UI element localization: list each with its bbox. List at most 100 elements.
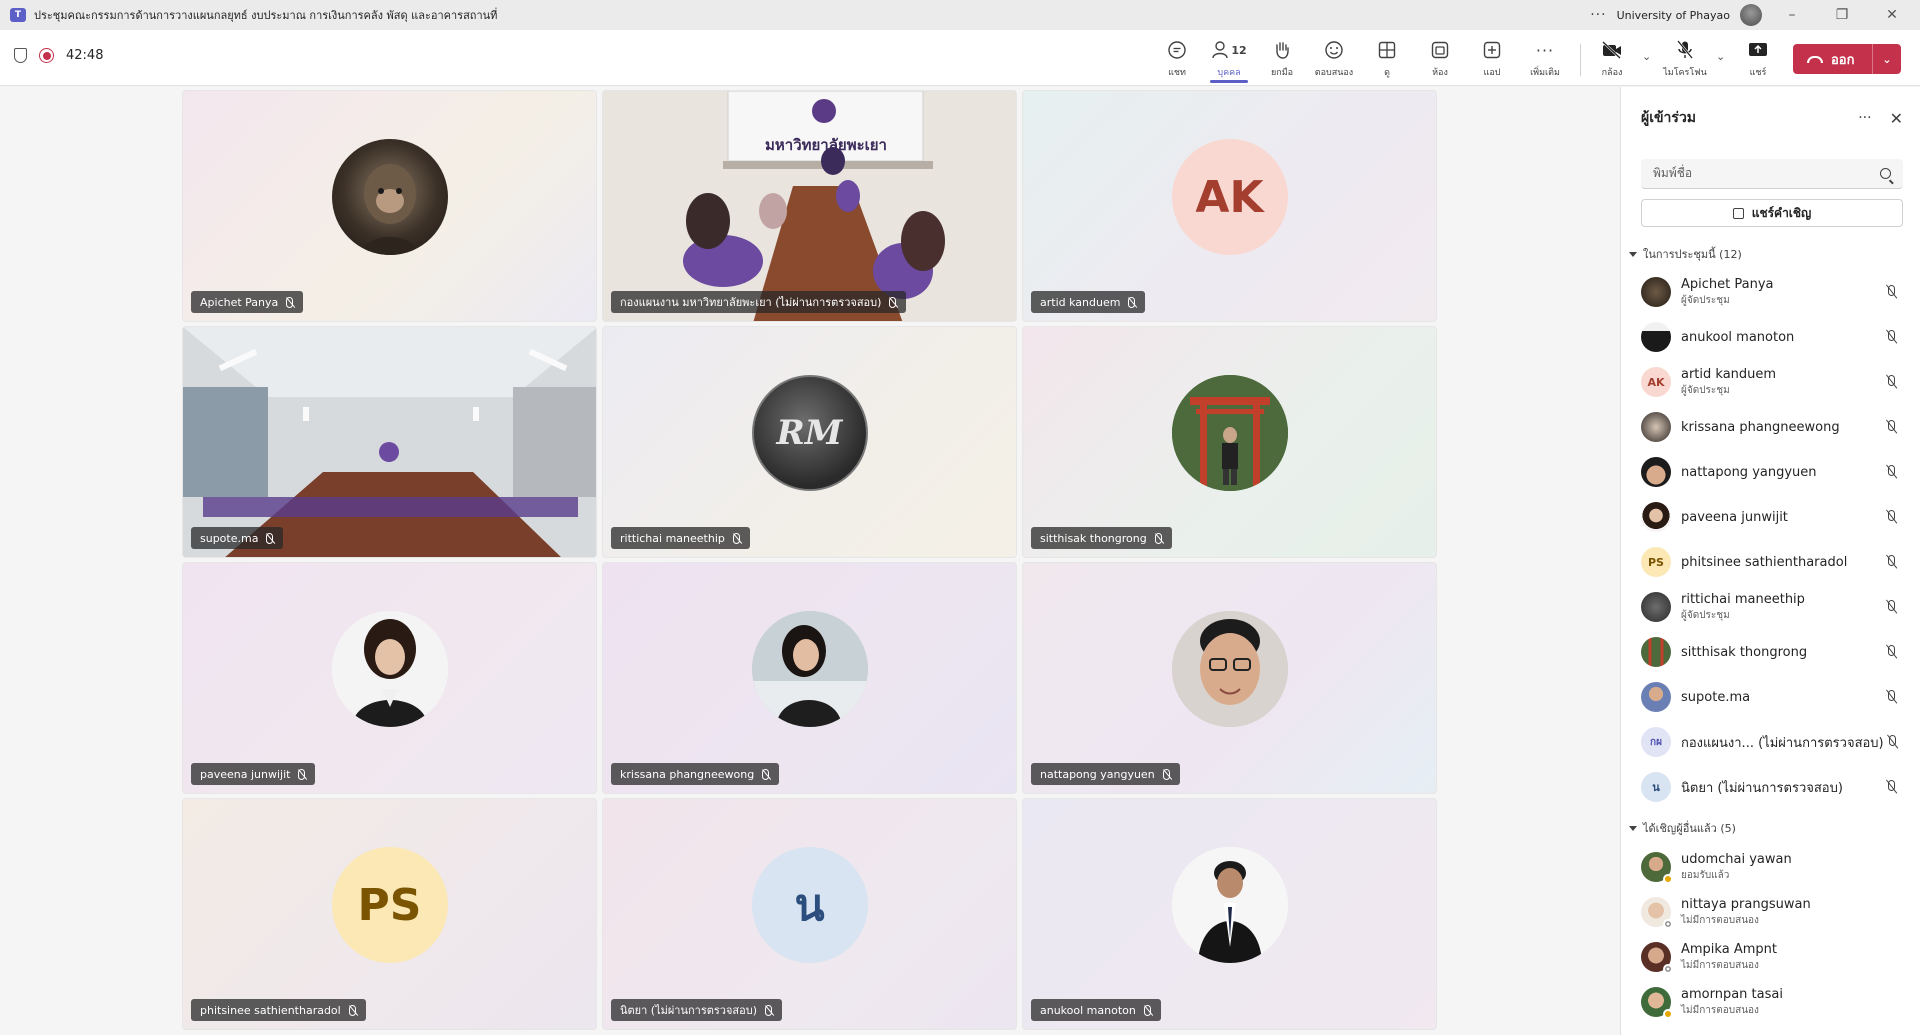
participant-tile-video[interactable]: มหาวิทยาลัยพะเยา กองแผนงาน มหาวิทยาลัยพะ… [602, 90, 1017, 322]
participant-avatar [1641, 457, 1671, 487]
invited-section-header[interactable]: ได้เชิญผู้อื่นแล้ว (5) [1629, 819, 1736, 837]
participant-avatar [1641, 277, 1671, 307]
mic-muted-icon[interactable] [1883, 599, 1899, 615]
participant-name-tag: Apichet Panya [191, 291, 304, 313]
invited-row[interactable]: amornpan tasai ไม่มีการตอบสนอง [1641, 982, 1903, 1022]
view-button[interactable]: ดู [1360, 36, 1414, 80]
mic-muted-icon[interactable] [1883, 689, 1899, 705]
participant-avatar [1641, 637, 1671, 667]
participant-row[interactable]: rittichai maneethip ผู้จัดประชุม [1641, 587, 1903, 627]
participant-name-tag: krissana phangneewong [611, 763, 780, 785]
minimize-icon[interactable]: – [1772, 7, 1812, 23]
invited-row[interactable]: Ampika Ampnt ไม่มีการตอบสนอง [1641, 937, 1903, 977]
mic-muted-icon[interactable] [1883, 509, 1899, 525]
user-avatar[interactable] [1740, 4, 1762, 26]
status-no-response-icon [1663, 919, 1673, 929]
mic-muted-icon[interactable] [1883, 779, 1899, 795]
camera-button[interactable]: กล้อง [1585, 36, 1639, 80]
participant-avatar: กผ [1641, 727, 1671, 757]
chat-button[interactable]: แชท [1150, 36, 1204, 80]
status-no-response-icon [1663, 964, 1673, 974]
mic-muted-icon [298, 768, 306, 780]
mic-muted-icon [762, 768, 770, 780]
apps-button[interactable]: แอป [1465, 36, 1519, 80]
mic-muted-icon[interactable] [1883, 329, 1899, 345]
more-button[interactable]: ··· เพิ่มเติม [1518, 36, 1572, 80]
mic-muted-icon[interactable] [1883, 284, 1899, 300]
participant-name-tag: sitthisak thongrong [1031, 527, 1172, 549]
panel-close-icon[interactable]: ✕ [1890, 109, 1903, 128]
participant-row[interactable]: anukool manoton [1641, 317, 1903, 357]
shield-icon [14, 48, 27, 63]
mic-muted-icon[interactable] [1883, 554, 1899, 570]
search-icon [1880, 168, 1891, 179]
participant-avatar: น [751, 847, 868, 963]
in-meeting-section-header[interactable]: ในการประชุมนี้ (12) [1629, 245, 1742, 263]
mic-muted-icon [266, 532, 274, 544]
participant-name-tag: anukool manoton [1031, 999, 1161, 1021]
mic-muted-icon [765, 1004, 773, 1016]
participant-name-tag: phitsinee sathientharadol [191, 999, 366, 1021]
react-button[interactable]: ตอบสนอง [1307, 36, 1361, 80]
participant-tile[interactable]: น นิตยา (ไม่ผ่านการตรวจสอบ) [602, 798, 1017, 1030]
participant-name-tag: nattapong yangyuen [1031, 763, 1180, 785]
participant-avatar [331, 611, 448, 727]
restore-icon[interactable]: ❐ [1822, 7, 1862, 23]
participant-name-tag: rittichai maneethip [611, 527, 750, 549]
mic-muted-icon [1162, 768, 1170, 780]
participant-avatar [1641, 682, 1671, 712]
title-bar: T ประชุมคณะกรรมการด้านการวางแผนกลยุทธ์ ง… [0, 0, 1920, 30]
window-title: ประชุมคณะกรรมการด้านการวางแผนกลยุทธ์ งบป… [34, 9, 498, 22]
mic-muted-icon[interactable] [1883, 374, 1899, 390]
participant-tile[interactable]: AK artid kanduem [1022, 90, 1437, 322]
participant-row[interactable]: Apichet Panya ผู้จัดประชุม [1641, 272, 1903, 312]
mic-muted-icon[interactable] [1883, 419, 1899, 435]
participant-row[interactable]: paveena junwijit [1641, 497, 1903, 537]
participant-avatar [1641, 987, 1673, 1019]
participant-row[interactable]: sitthisak thongrong [1641, 632, 1903, 672]
participant-tile[interactable]: RM rittichai maneethip [602, 326, 1017, 558]
share-button[interactable]: แชร์ [1731, 36, 1785, 80]
mic-muted-icon [1128, 296, 1136, 308]
camera-options-chevron-icon[interactable]: ⌄ [1642, 50, 1651, 63]
mic-muted-icon[interactable] [1883, 644, 1899, 660]
chat-icon [1167, 36, 1187, 64]
participant-tile[interactable]: krissana phangneewong [602, 562, 1017, 794]
participant-tile[interactable]: PS phitsinee sathientharadol [182, 798, 597, 1030]
participant-row[interactable]: nattapong yangyuen [1641, 452, 1903, 492]
participant-search-input[interactable]: พิมพ์ชื่อ [1641, 159, 1903, 189]
mic-muted-icon[interactable] [1884, 734, 1899, 750]
participant-row[interactable]: กผ กองแผนงา... (ไม่ผ่านการตรวจสอบ) [1641, 722, 1903, 762]
participant-row[interactable]: AK artid kanduem ผู้จัดประชุม [1641, 362, 1903, 402]
invited-row[interactable]: nittaya prangsuwan ไม่มีการตอบสนอง [1641, 892, 1903, 932]
mic-button[interactable]: ไมโครโฟน [1657, 36, 1713, 80]
participant-row[interactable]: PS phitsinee sathientharadol [1641, 542, 1903, 582]
leave-button[interactable]: ออก ⌄ [1793, 44, 1901, 74]
meeting-timer: 42:48 [66, 48, 104, 63]
room-sign-text: มหาวิทยาลัยพะเยา [765, 136, 887, 154]
people-button[interactable]: 12 บุคคล [1202, 36, 1256, 83]
people-icon: 12 [1211, 36, 1247, 64]
invited-row[interactable]: udomchai yawan ยอมรับแล้ว [1641, 847, 1903, 887]
leave-options-chevron-icon[interactable]: ⌄ [1873, 53, 1901, 66]
share-invite-button[interactable]: แชร์คำเชิญ [1641, 199, 1903, 227]
raise-hand-button[interactable]: ยกมือ [1255, 36, 1309, 80]
participant-tile[interactable]: paveena junwijit [182, 562, 597, 794]
rooms-button[interactable]: ห้อง [1413, 36, 1467, 80]
react-icon [1324, 36, 1344, 64]
close-icon[interactable]: ✕ [1872, 7, 1912, 23]
participant-tile[interactable]: anukool manoton [1022, 798, 1437, 1030]
participant-row[interactable]: supote.ma [1641, 677, 1903, 717]
participant-tile[interactable]: Apichet Panya [182, 90, 597, 322]
participant-tile[interactable]: nattapong yangyuen [1022, 562, 1437, 794]
panel-more-icon[interactable]: ··· [1858, 110, 1871, 126]
mic-muted-icon[interactable] [1883, 464, 1899, 480]
mic-options-chevron-icon[interactable]: ⌄ [1716, 50, 1725, 63]
participant-name-tag: นิตยา (ไม่ผ่านการตรวจสอบ) [611, 999, 783, 1021]
mic-off-icon [1676, 36, 1694, 64]
participant-tile[interactable]: sitthisak thongrong [1022, 326, 1437, 558]
participant-row[interactable]: น นิตยา (ไม่ผ่านการตรวจสอบ) [1641, 767, 1903, 807]
participant-tile-video[interactable]: supote.ma [182, 326, 597, 558]
more-options-icon[interactable]: ··· [1590, 7, 1606, 23]
participant-row[interactable]: krissana phangneewong [1641, 407, 1903, 447]
